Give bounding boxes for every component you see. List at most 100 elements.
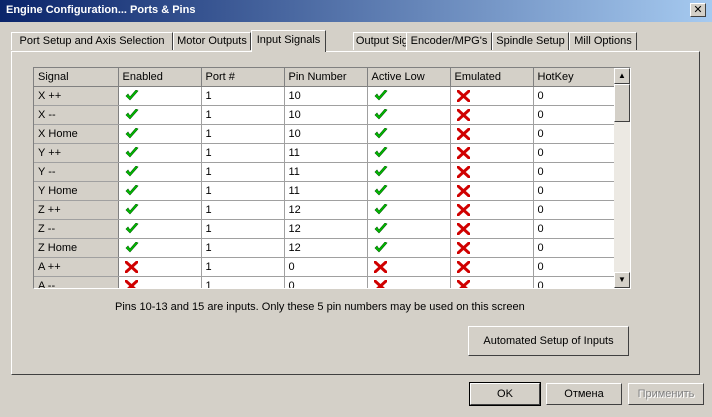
tab-spindle-setup[interactable]: Spindle Setup bbox=[492, 32, 569, 50]
toggle-cell[interactable] bbox=[367, 200, 451, 220]
toggle-cell[interactable] bbox=[450, 238, 534, 258]
close-button[interactable]: ✕ bbox=[690, 3, 706, 17]
port-cell[interactable]: 1 bbox=[201, 124, 285, 144]
port-cell[interactable]: 1 bbox=[201, 162, 285, 182]
table-row[interactable]: Z -- 1 12 0 bbox=[34, 219, 616, 239]
toggle-cell[interactable] bbox=[367, 86, 451, 106]
port-cell[interactable]: 1 bbox=[201, 143, 285, 163]
toggle-cell[interactable] bbox=[367, 124, 451, 144]
column-header[interactable]: Port # bbox=[201, 68, 285, 87]
toggle-cell[interactable] bbox=[367, 219, 451, 239]
hotkey-cell[interactable]: 0 bbox=[533, 200, 616, 220]
scroll-up-button[interactable]: ▲ bbox=[614, 68, 630, 84]
hotkey-cell[interactable]: 0 bbox=[533, 105, 616, 125]
port-cell[interactable]: 1 bbox=[201, 276, 285, 288]
tab-input-signals[interactable]: Input Signals bbox=[251, 30, 326, 52]
tab-motor-outputs[interactable]: Motor Outputs bbox=[173, 32, 251, 50]
table-row[interactable]: X ++ 1 10 0 bbox=[34, 86, 616, 106]
table-row[interactable]: X -- 1 10 0 bbox=[34, 105, 616, 125]
toggle-cell[interactable] bbox=[450, 162, 534, 182]
scroll-down-button[interactable]: ▼ bbox=[614, 272, 630, 288]
tab-mill-options[interactable]: Mill Options bbox=[569, 32, 637, 50]
signal-cell[interactable]: Y ++ bbox=[34, 143, 119, 163]
column-header[interactable]: Enabled bbox=[118, 68, 202, 87]
apply-button[interactable]: Применить bbox=[628, 383, 704, 405]
port-cell[interactable]: 1 bbox=[201, 200, 285, 220]
port-cell[interactable]: 1 bbox=[201, 219, 285, 239]
table-row[interactable]: Y -- 1 11 0 bbox=[34, 162, 616, 182]
toggle-cell[interactable] bbox=[367, 276, 451, 288]
hotkey-cell[interactable]: 0 bbox=[533, 238, 616, 258]
toggle-cell[interactable] bbox=[450, 181, 534, 201]
signal-cell[interactable]: Z Home bbox=[34, 238, 119, 258]
pin-cell[interactable]: 10 bbox=[284, 105, 368, 125]
table-row[interactable]: A -- 1 0 0 bbox=[34, 276, 616, 288]
toggle-cell[interactable] bbox=[118, 124, 202, 144]
pin-cell[interactable]: 12 bbox=[284, 238, 368, 258]
toggle-cell[interactable] bbox=[118, 143, 202, 163]
hotkey-cell[interactable]: 0 bbox=[533, 219, 616, 239]
hotkey-cell[interactable]: 0 bbox=[533, 124, 616, 144]
pin-cell[interactable]: 11 bbox=[284, 181, 368, 201]
table-row[interactable]: Y Home 1 11 0 bbox=[34, 181, 616, 201]
pin-cell[interactable]: 12 bbox=[284, 200, 368, 220]
toggle-cell[interactable] bbox=[367, 162, 451, 182]
column-header[interactable]: Pin Number bbox=[284, 68, 368, 87]
signal-cell[interactable]: Y -- bbox=[34, 162, 119, 182]
hotkey-cell[interactable]: 0 bbox=[533, 181, 616, 201]
toggle-cell[interactable] bbox=[450, 86, 534, 106]
toggle-cell[interactable] bbox=[118, 200, 202, 220]
hotkey-cell[interactable]: 0 bbox=[533, 162, 616, 182]
pin-cell[interactable]: 10 bbox=[284, 124, 368, 144]
hotkey-cell[interactable]: 0 bbox=[533, 86, 616, 106]
signal-cell[interactable]: X Home bbox=[34, 124, 119, 144]
table-row[interactable]: A ++ 1 0 0 bbox=[34, 257, 616, 277]
port-cell[interactable]: 1 bbox=[201, 181, 285, 201]
toggle-cell[interactable] bbox=[118, 86, 202, 106]
pin-cell[interactable]: 11 bbox=[284, 162, 368, 182]
table-row[interactable]: Y ++ 1 11 0 bbox=[34, 143, 616, 163]
toggle-cell[interactable] bbox=[450, 200, 534, 220]
toggle-cell[interactable] bbox=[450, 219, 534, 239]
port-cell[interactable]: 1 bbox=[201, 238, 285, 258]
toggle-cell[interactable] bbox=[118, 276, 202, 288]
port-cell[interactable]: 1 bbox=[201, 105, 285, 125]
toggle-cell[interactable] bbox=[118, 105, 202, 125]
pin-cell[interactable]: 12 bbox=[284, 219, 368, 239]
signal-cell[interactable]: Z ++ bbox=[34, 200, 119, 220]
vertical-scrollbar[interactable]: ▲ ▼ bbox=[614, 68, 630, 288]
toggle-cell[interactable] bbox=[118, 238, 202, 258]
toggle-cell[interactable] bbox=[118, 181, 202, 201]
table-row[interactable]: X Home 1 10 0 bbox=[34, 124, 616, 144]
hotkey-cell[interactable]: 0 bbox=[533, 276, 616, 288]
signal-cell[interactable]: A -- bbox=[34, 276, 119, 288]
column-header[interactable]: Active Low bbox=[367, 68, 451, 87]
signal-cell[interactable]: Y Home bbox=[34, 181, 119, 201]
toggle-cell[interactable] bbox=[118, 257, 202, 277]
column-header[interactable]: Signal bbox=[34, 68, 119, 87]
port-cell[interactable]: 1 bbox=[201, 257, 285, 277]
signal-cell[interactable]: X -- bbox=[34, 105, 119, 125]
automated-setup-button[interactable]: Automated Setup of Inputs bbox=[468, 326, 629, 356]
toggle-cell[interactable] bbox=[450, 105, 534, 125]
toggle-cell[interactable] bbox=[450, 257, 534, 277]
pin-cell[interactable]: 10 bbox=[284, 86, 368, 106]
column-header[interactable]: HotKey bbox=[533, 68, 616, 87]
toggle-cell[interactable] bbox=[367, 143, 451, 163]
toggle-cell[interactable] bbox=[118, 162, 202, 182]
pin-cell[interactable]: 0 bbox=[284, 257, 368, 277]
toggle-cell[interactable] bbox=[450, 124, 534, 144]
signal-cell[interactable]: X ++ bbox=[34, 86, 119, 106]
hotkey-cell[interactable]: 0 bbox=[533, 143, 616, 163]
table-row[interactable]: Z Home 1 12 0 bbox=[34, 238, 616, 258]
column-header[interactable]: Emulated bbox=[450, 68, 534, 87]
tab-port-setup[interactable]: Port Setup and Axis Selection bbox=[11, 32, 173, 50]
tab-encoder-mpg[interactable]: Encoder/MPG's bbox=[406, 32, 492, 50]
toggle-cell[interactable] bbox=[450, 143, 534, 163]
toggle-cell[interactable] bbox=[367, 105, 451, 125]
port-cell[interactable]: 1 bbox=[201, 86, 285, 106]
toggle-cell[interactable] bbox=[367, 238, 451, 258]
signal-cell[interactable]: A ++ bbox=[34, 257, 119, 277]
toggle-cell[interactable] bbox=[450, 276, 534, 288]
toggle-cell[interactable] bbox=[367, 181, 451, 201]
